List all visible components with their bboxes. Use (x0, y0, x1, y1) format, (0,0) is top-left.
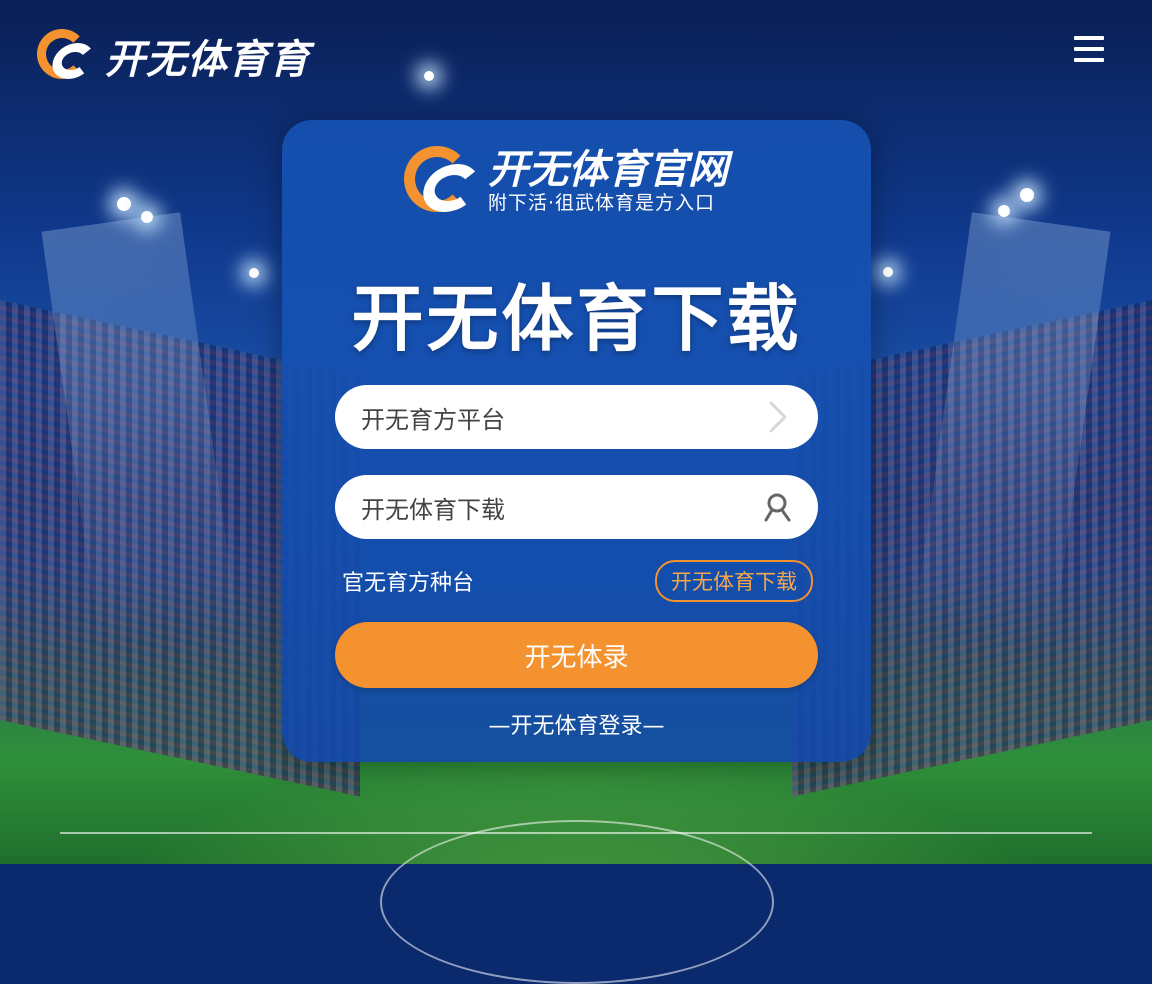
header-brand-name: 开无体育育 (105, 37, 310, 83)
download-card: 开无体育官网 附下活·徂武体育是方入口 开无体育下载 开无育方平台 开无体育下载… (282, 120, 871, 762)
stadium-light (998, 205, 1010, 217)
stadium-light (249, 268, 259, 278)
card-brand-subtitle: 附下活·徂武体育是方入口 (488, 192, 716, 214)
stadium-light (883, 267, 893, 277)
hamburger-menu-icon[interactable] (1074, 36, 1104, 66)
login-button[interactable]: 开无体录 (335, 622, 818, 688)
link-row: 官无育方种台 开无体育下载 (342, 560, 813, 602)
card-logo: 开无体育官网 附下活·徂武体育是方入口 (404, 146, 728, 216)
download-outline-button[interactable]: 开无体育下载 (655, 560, 813, 602)
login-footer-link[interactable]: —开无体育登录— (282, 708, 871, 740)
stadium-light (1020, 188, 1034, 202)
header-logo[interactable]: 开无体育育 (37, 27, 310, 85)
search-field[interactable]: 开无体育下载 (335, 475, 818, 539)
platform-link[interactable]: 官无育方种台 (342, 565, 474, 597)
brand-logo-icon (37, 29, 98, 83)
card-brand: 开无体育官网 附下活·徂武体育是方入口 (488, 148, 728, 214)
stadium-light (141, 211, 153, 223)
stadium-light (117, 197, 131, 211)
card-brand-title: 开无体育官网 (488, 147, 728, 193)
chevron-right-icon (762, 401, 794, 433)
stadium-light (424, 71, 434, 81)
brand-logo-icon (404, 146, 485, 216)
search-field-value: 开无体育下载 (361, 495, 505, 524)
page-headline: 开无体育下载 (351, 277, 802, 361)
platform-field-value: 开无育方平台 (361, 405, 505, 434)
pitch-center-arc (380, 820, 774, 984)
search-icon[interactable] (762, 491, 794, 523)
platform-field[interactable]: 开无育方平台 (335, 385, 818, 449)
